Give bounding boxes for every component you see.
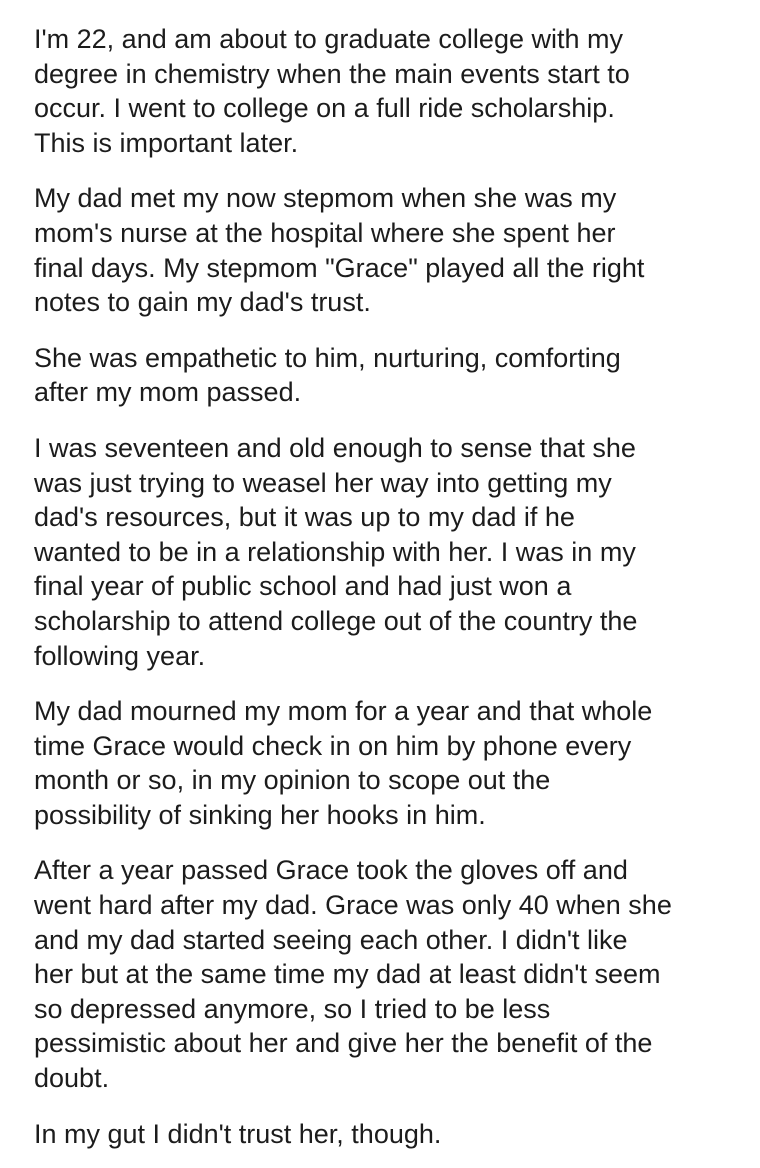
paragraph-6: After a year passed Grace took the glove… [34, 855, 672, 1094]
paragraph-4: I was seventeen and old enough to sense … [34, 432, 638, 671]
post-body: I'm 22, and am about to graduate college… [34, 22, 734, 1151]
paragraph-2: My dad met my now stepmom when she was m… [34, 183, 645, 318]
paragraph-3: She was empathetic to him, nurturing, co… [34, 342, 621, 408]
paragraph-7: In my gut I didn't trust her, though. [34, 1118, 442, 1149]
paragraph-1: I'm 22, and am about to graduate college… [34, 24, 630, 158]
paragraph-5: My dad mourned my mom for a year and tha… [34, 696, 653, 830]
